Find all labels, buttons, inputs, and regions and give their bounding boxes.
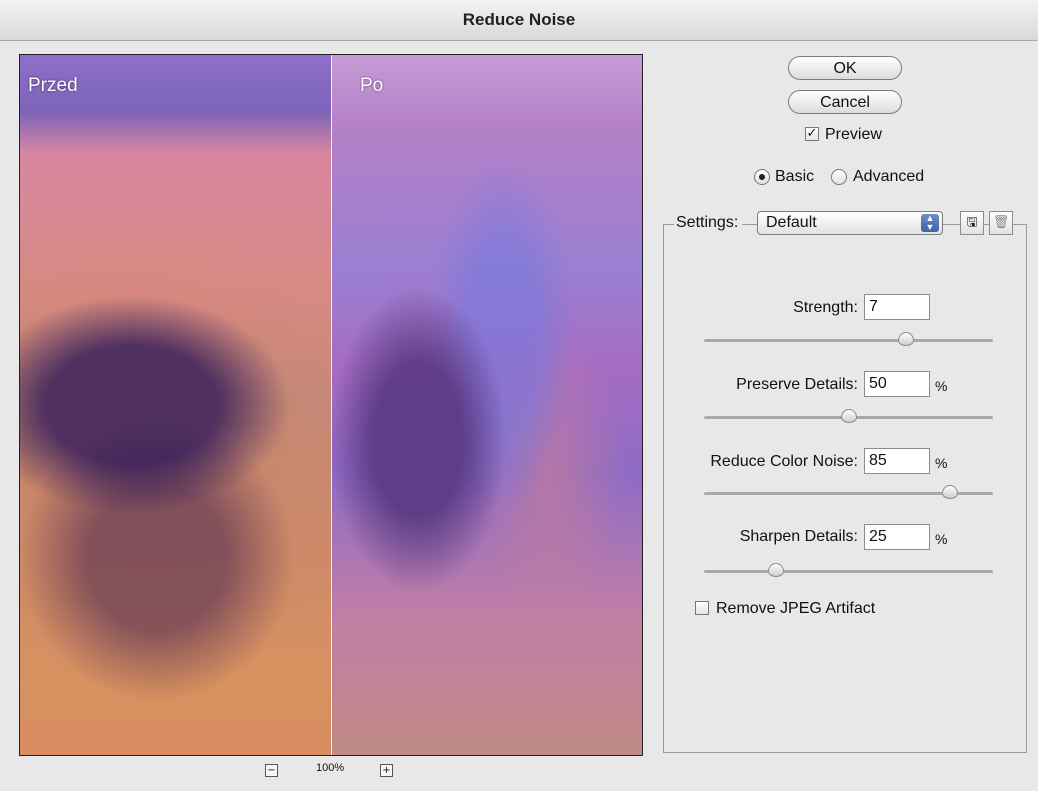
preserve-details-label: Preserve Details: <box>736 376 858 393</box>
sharpen-details-unit: % <box>935 531 948 547</box>
plus-icon: + <box>382 765 391 776</box>
checkmark-icon: ✓ <box>806 126 818 141</box>
window-title: Reduce Noise <box>0 0 1038 41</box>
sharpen-details-slider[interactable] <box>704 563 993 577</box>
chevron-updown-icon: ▲ ▼ <box>921 214 939 232</box>
save-settings-button[interactable]: 🖫 <box>960 211 984 235</box>
preview-pane[interactable]: Przed Po <box>19 54 643 756</box>
preserve-details-unit: % <box>935 378 948 394</box>
reduce-color-noise-label: Reduce Color Noise: <box>710 453 858 470</box>
remove-jpeg-label: Remove JPEG Artifact <box>716 600 876 617</box>
cancel-button[interactable]: Cancel <box>788 90 902 114</box>
settings-label: Settings: <box>674 214 743 232</box>
before-label: Przed <box>28 75 78 96</box>
settings-value: Default <box>766 214 817 231</box>
save-settings-icon: 🖫 <box>966 215 978 230</box>
strength-label: Strength: <box>793 299 858 316</box>
advanced-label: Advanced <box>853 168 925 185</box>
preserve-details-slider[interactable] <box>704 409 993 423</box>
ok-button[interactable]: OK <box>788 56 902 80</box>
basic-label: Basic <box>775 168 815 185</box>
zoom-out-button[interactable]: − <box>265 764 278 777</box>
strength-slider[interactable] <box>704 332 993 346</box>
reduce-color-noise-field[interactable]: 85 <box>864 448 930 474</box>
advanced-radio[interactable] <box>831 169 847 185</box>
zoom-in-button[interactable]: + <box>380 764 393 777</box>
reduce-color-noise-unit: % <box>935 455 948 471</box>
sharpen-details-slider-thumb[interactable] <box>768 563 785 577</box>
reduce-color-noise-slider-thumb[interactable] <box>941 485 958 499</box>
split-divider[interactable] <box>331 55 332 755</box>
sharpen-details-field[interactable]: 25 <box>864 524 930 550</box>
preview-label: Preview <box>825 126 882 143</box>
strength-slider-thumb[interactable] <box>898 332 915 346</box>
preview-checkbox[interactable]: ✓ <box>805 127 819 141</box>
zoom-level: 100% <box>316 762 345 774</box>
preserve-details-field[interactable]: 50 <box>864 371 930 397</box>
delete-settings-button[interactable]: 🗑 <box>989 211 1013 235</box>
minus-icon: − <box>267 765 276 776</box>
strength-field[interactable]: 7 <box>864 294 930 320</box>
trash-icon: 🗑 <box>992 215 1010 230</box>
settings-select[interactable]: Default ▲ ▼ <box>757 211 943 235</box>
sharpen-details-label: Sharpen Details: <box>739 528 858 545</box>
remove-jpeg-checkbox[interactable] <box>695 601 709 615</box>
reduce-color-noise-slider[interactable] <box>704 485 993 499</box>
basic-radio[interactable] <box>754 169 770 185</box>
after-label: Po <box>360 75 384 96</box>
after-preview <box>331 55 642 755</box>
preserve-details-slider-thumb[interactable] <box>840 409 857 423</box>
